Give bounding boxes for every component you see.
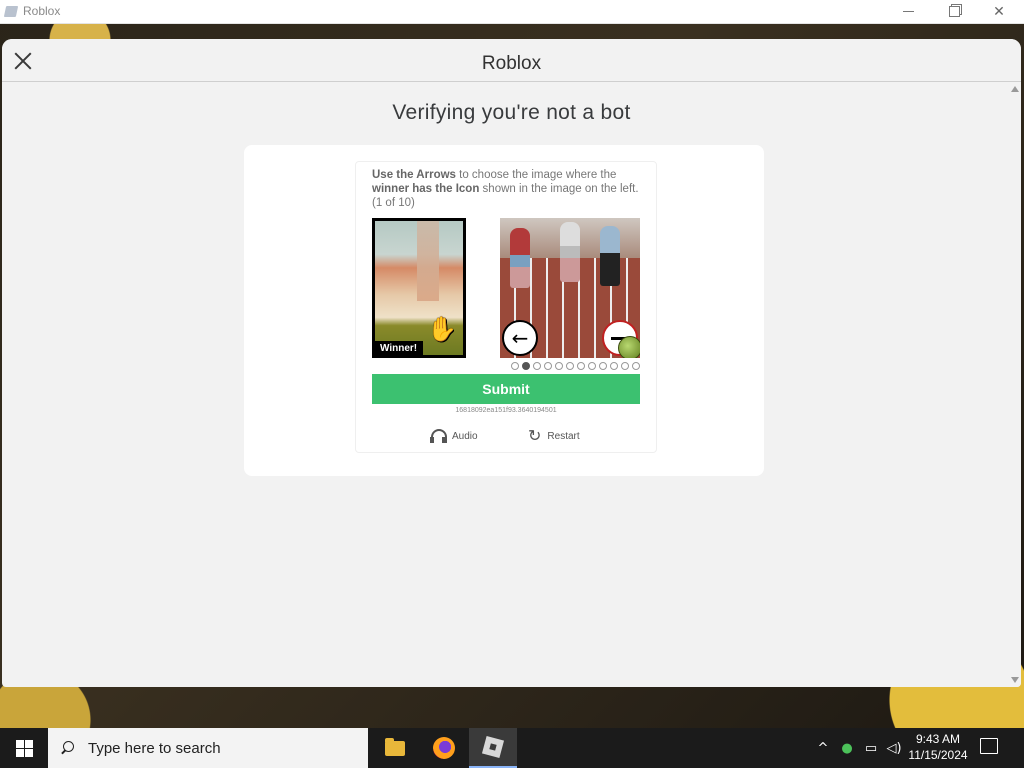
tray-network[interactable]: ▭ bbox=[861, 728, 881, 768]
firefox-icon bbox=[433, 737, 455, 759]
scroll-up-arrow-icon[interactable] bbox=[1011, 86, 1019, 92]
badge-icon bbox=[618, 336, 640, 358]
page-dot bbox=[511, 362, 519, 370]
reference-scene bbox=[417, 221, 439, 301]
page-dot bbox=[577, 362, 585, 370]
tray-overflow-button[interactable]: ^ bbox=[814, 728, 832, 768]
restart-icon: ↻ bbox=[528, 426, 542, 445]
runner-figure bbox=[560, 222, 580, 282]
taskbar-firefox[interactable] bbox=[420, 728, 468, 768]
choice-image: ← bbox=[500, 218, 640, 358]
previous-arrow-button[interactable]: ← bbox=[502, 320, 538, 356]
instruction-bold-2: winner has the Icon bbox=[372, 183, 480, 195]
page-dot bbox=[555, 362, 563, 370]
taskbar: Type here to search ^ ● ▭ ◁) 9:43 AM 11/… bbox=[0, 728, 1024, 768]
hand-icon: ✋ bbox=[427, 315, 457, 343]
audio-button[interactable]: Audio bbox=[430, 426, 478, 446]
instruction-text-1: to choose the image where the bbox=[455, 169, 617, 181]
taskbar-roblox[interactable] bbox=[469, 728, 517, 768]
restart-label: Restart bbox=[547, 430, 580, 442]
minimize-icon bbox=[902, 11, 914, 12]
submit-button[interactable]: Submit bbox=[372, 374, 640, 404]
page-dot bbox=[544, 362, 552, 370]
tray-user-icon[interactable]: ● bbox=[838, 728, 856, 768]
windows-icon bbox=[15, 739, 33, 757]
page-dot bbox=[566, 362, 574, 370]
winner-tag: Winner! bbox=[375, 341, 424, 355]
page-heading: Verifying you're not a bot bbox=[392, 101, 631, 124]
restore-icon bbox=[948, 6, 960, 17]
captcha-card: Use the Arrows to choose the image where… bbox=[244, 145, 764, 476]
headphones-icon bbox=[430, 428, 447, 444]
page-dot bbox=[621, 362, 629, 370]
page-indicator bbox=[511, 362, 641, 370]
search-icon bbox=[60, 741, 74, 755]
page-dot bbox=[599, 362, 607, 370]
notification-center-icon[interactable] bbox=[980, 738, 998, 754]
session-id: 16818092ea151f93.3640194501 bbox=[455, 407, 557, 414]
page-dot bbox=[632, 362, 640, 370]
captcha-instructions: Use the Arrows to choose the image where… bbox=[372, 168, 640, 210]
page-dot bbox=[522, 362, 530, 370]
instruction-bold-1: Use the Arrows bbox=[372, 169, 456, 181]
clock-time: 9:43 AM bbox=[915, 732, 961, 746]
scrollbar[interactable] bbox=[1008, 82, 1021, 687]
roblox-icon bbox=[481, 735, 505, 759]
reference-image: ✋ Winner! bbox=[372, 218, 466, 358]
page-dot bbox=[533, 362, 541, 370]
roblox-app-icon bbox=[3, 6, 19, 17]
tray-volume[interactable]: ◁) bbox=[884, 728, 904, 768]
next-arrow-button[interactable] bbox=[602, 320, 640, 358]
restore-button[interactable] bbox=[931, 0, 977, 23]
folder-icon bbox=[385, 737, 405, 756]
audio-label: Audio bbox=[452, 430, 478, 442]
modal-title: Roblox bbox=[481, 53, 542, 74]
volume-icon: ◁) bbox=[886, 740, 902, 756]
runner-figure bbox=[600, 226, 620, 286]
taskbar-search[interactable]: Type here to search bbox=[48, 728, 368, 768]
window-close-button[interactable]: ✕ bbox=[976, 0, 1022, 23]
network-icon: ▭ bbox=[864, 740, 878, 756]
runner-figure bbox=[510, 228, 530, 288]
minimize-button[interactable] bbox=[885, 0, 931, 23]
user-icon: ● bbox=[841, 740, 853, 756]
page-dot bbox=[588, 362, 596, 370]
arrow-left-icon: ← bbox=[511, 326, 529, 350]
chevron-up-icon: ^ bbox=[817, 740, 829, 756]
restart-button[interactable]: ↻ Restart bbox=[528, 426, 580, 446]
captcha-widget: Use the Arrows to choose the image where… bbox=[355, 161, 657, 453]
taskbar-file-explorer[interactable] bbox=[371, 728, 419, 768]
webview-modal: Roblox Verifying you're not a bot Use th… bbox=[2, 39, 1021, 687]
window-titlebar: Roblox ✕ bbox=[0, 0, 1024, 24]
start-button[interactable] bbox=[0, 728, 48, 768]
scroll-down-arrow-icon[interactable] bbox=[1011, 677, 1019, 683]
taskbar-clock[interactable]: 9:43 AM 11/15/2024 bbox=[905, 731, 971, 763]
page-dot bbox=[610, 362, 618, 370]
search-placeholder: Type here to search bbox=[88, 739, 221, 757]
window-title: Roblox bbox=[23, 4, 61, 18]
clock-date: 11/15/2024 bbox=[908, 748, 968, 762]
modal-header: Roblox bbox=[2, 39, 1021, 82]
